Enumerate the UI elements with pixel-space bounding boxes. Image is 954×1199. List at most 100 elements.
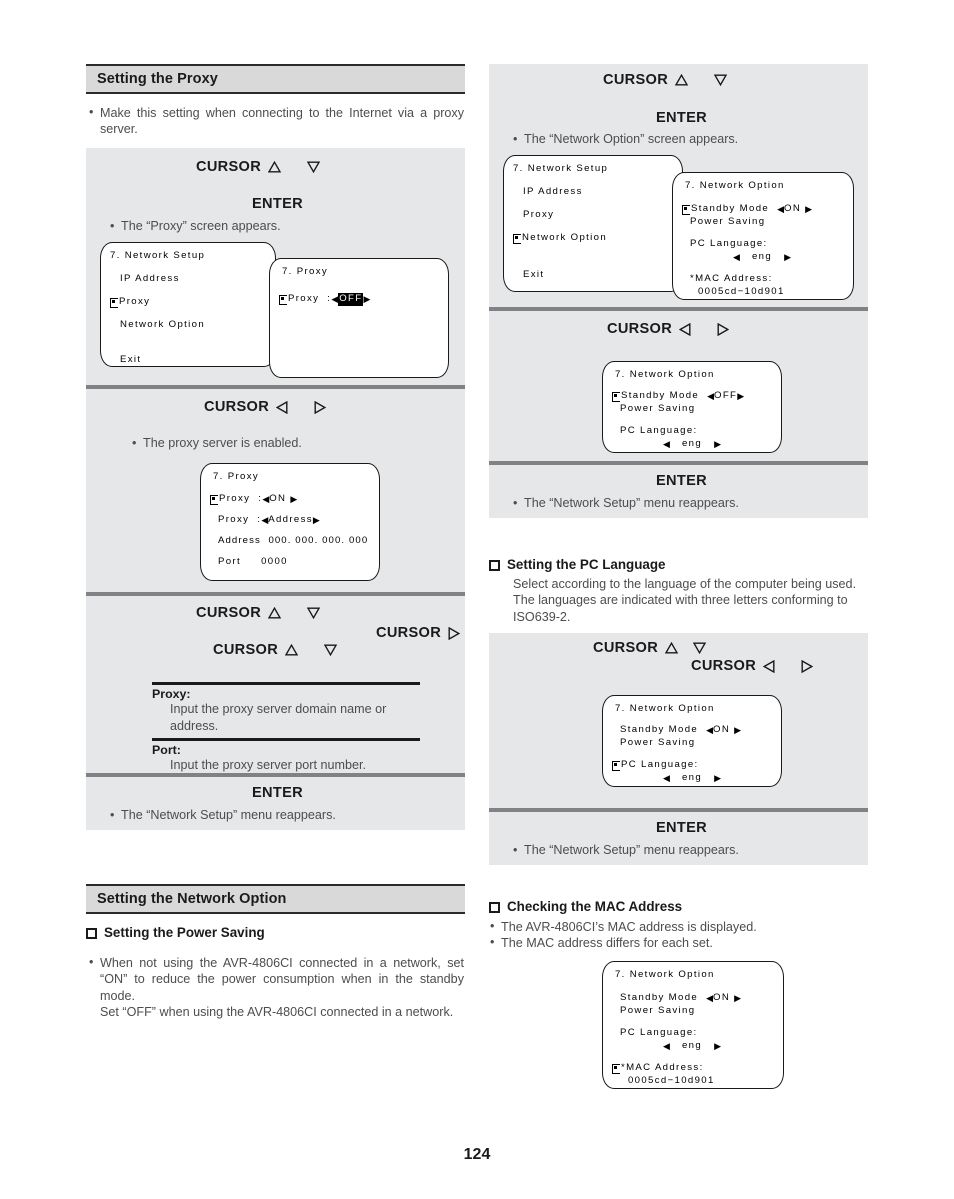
- osd-row-pc-language-label: PC Language:: [620, 1027, 698, 1039]
- osd-pointer-icon: [682, 205, 690, 215]
- osd-proxy-on: 7. Proxy Proxy : ◀ ON ▶ Proxy : ◀ Address ▶ A…: [200, 463, 380, 581]
- proxy-step1-note: The “Proxy” screen appears.: [110, 218, 450, 234]
- enter-label: ENTER: [656, 820, 707, 836]
- enter-label: ENTER: [252, 785, 303, 801]
- netopt-step2-cursor-key: CURSOR: [607, 321, 730, 337]
- osd-row-ip-address: IP Address: [120, 273, 180, 285]
- osd-row-proxy-mode: Proxy : ◀ Address ▶: [218, 514, 320, 526]
- triangle-left-icon: [679, 322, 691, 336]
- definition-term-proxy: Proxy:: [152, 687, 191, 701]
- cursor-label: CURSOR: [196, 159, 262, 175]
- osd-row-standby-mode: Standby Mode ◀ ON ▶: [673, 203, 853, 216]
- osd-row-pc-language-label: PC Language:: [603, 759, 781, 772]
- cursor-label: CURSOR: [603, 72, 669, 88]
- proxy-step1-cursor-key: CURSOR: [196, 159, 321, 175]
- osd-arrow-left-icon: ◀: [262, 493, 270, 504]
- proxy-step1-panel: CURSOR ENTER The “Proxy” screen appears.…: [86, 148, 465, 385]
- section-header-setting-the-proxy: Setting the Proxy: [86, 64, 465, 94]
- osd-row-pc-language-value: ◀ eng ▶: [663, 772, 721, 784]
- osd-title: 7. Network Option: [615, 369, 715, 381]
- osd-pointer-icon: [210, 495, 218, 505]
- triangle-down-icon: [714, 74, 728, 86]
- osd-row-power-saving: Power Saving: [620, 403, 696, 415]
- proxy-step3-cursor-key-right: CURSOR: [376, 625, 461, 641]
- pc-language-enter-key: ENTER: [656, 820, 707, 836]
- osd-pointer-icon: [612, 392, 620, 402]
- netopt-step3-note: The “Network Setup” menu reappears.: [513, 495, 858, 511]
- heading-text: Checking the MAC Address: [507, 899, 683, 914]
- osd-pointer-icon: [612, 761, 620, 771]
- subsection-pc-language-heading: Setting the PC Language: [489, 557, 868, 572]
- osd-title: 7. Network Option: [615, 703, 715, 715]
- cursor-label: CURSOR: [213, 642, 279, 658]
- osd-row-proxy: Proxy: [523, 209, 555, 221]
- osd-row-power-saving: Power Saving: [690, 216, 766, 228]
- pc-language-cursor-key-updown: CURSOR: [593, 640, 707, 656]
- proxy-step4-enter-key: ENTER: [252, 785, 303, 801]
- pc-language-enter-panel: ENTER The “Network Setup” menu reappears…: [489, 812, 868, 865]
- checkbox-icon: [489, 902, 500, 913]
- osd-row-proxy-value: Proxy : ◀ OFF ▶: [270, 292, 448, 307]
- osd-row-mac-label: *MAC Address:: [603, 1062, 783, 1075]
- triangle-right-icon: [314, 400, 327, 414]
- checkbox-icon: [489, 560, 500, 571]
- osd-network-setup-2: 7. Network Setup IP Address Proxy Networ…: [503, 155, 683, 292]
- osd-pointer-icon: [612, 1064, 620, 1074]
- osd-row-exit: Exit: [120, 354, 142, 366]
- osd-arrow-right-icon: ▶: [784, 251, 791, 262]
- osd-arrow-left-icon: ◀: [706, 724, 714, 735]
- proxy-step3-cursor-key-updown-2: CURSOR: [213, 642, 338, 658]
- osd-arrow-left-icon: ◀: [707, 390, 715, 401]
- osd-row-pc-language-value: ◀ eng ▶: [663, 438, 721, 450]
- osd-arrow-left-icon: ◀: [663, 438, 670, 449]
- osd-arrow-right-icon: ▶: [714, 1040, 721, 1051]
- section-header-setting-the-network-option: Setting the Network Option: [86, 884, 465, 914]
- osd-title: 7. Network Setup: [110, 250, 206, 262]
- osd-arrow-left-icon: ◀: [706, 992, 714, 1003]
- subsection-power-saving-heading: Setting the Power Saving: [86, 925, 465, 940]
- pc-language-panel: CURSOR CURSOR 7. Network Option Standby …: [489, 633, 868, 808]
- osd-row-network-option: Network Option: [504, 231, 682, 246]
- osd-arrow-left-icon: ◀: [261, 514, 269, 525]
- triangle-left-icon: [763, 659, 775, 673]
- osd-row-address: Address 000. 000. 000. 000: [218, 535, 369, 547]
- cursor-label: CURSOR: [376, 625, 442, 641]
- pc-language-cursor-key-leftright: CURSOR: [691, 658, 814, 674]
- osd-arrow-left-icon: ◀: [733, 251, 740, 262]
- osd-arrow-left-icon: ◀: [663, 772, 670, 783]
- osd-title: 7. Network Option: [685, 180, 785, 192]
- osd-pointer-icon: [513, 234, 521, 244]
- osd-arrow-left-icon: ◀: [777, 203, 785, 214]
- osd-network-option-pc-language: 7. Network Option Standby Mode ◀ ON ▶ Pow…: [602, 695, 782, 787]
- proxy-intro-text: Make this setting when connecting to the…: [87, 104, 464, 138]
- osd-arrow-right-icon: ▶: [714, 438, 721, 449]
- osd-row-standby-mode: Standby Mode ◀ ON ▶: [620, 992, 742, 1004]
- netopt-step2-panel: CURSOR 7. Network Option Standby Mode ◀ O…: [489, 311, 868, 461]
- proxy-step2-note: The proxy server is enabled.: [132, 435, 452, 451]
- proxy-step1-enter-key: ENTER: [252, 196, 303, 212]
- osd-title: 7. Proxy: [213, 471, 259, 483]
- pc-language-enter-note: The “Network Setup” menu reappears.: [513, 842, 858, 858]
- osd-network-option-mac: 7. Network Option Standby Mode ◀ ON ▶ Pow…: [602, 961, 784, 1089]
- triangle-up-icon: [675, 74, 689, 86]
- osd-arrow-right-icon: ▶: [737, 390, 745, 401]
- enter-label: ENTER: [656, 110, 707, 126]
- triangle-right-icon: [801, 659, 814, 673]
- osd-row-standby-mode: Standby Mode ◀ ON ▶: [620, 724, 742, 736]
- power-saving-body-text: When not using the AVR-4806CI connected …: [87, 954, 464, 1021]
- osd-row-proxy-onoff: Proxy : ◀ ON ▶: [201, 492, 379, 507]
- osd-proxy-off: 7. Proxy Proxy : ◀ OFF ▶: [269, 258, 449, 378]
- osd-row-mac-value: 0005cd−10d901: [628, 1075, 715, 1087]
- subsection-mac-address-heading: Checking the MAC Address: [489, 899, 868, 914]
- osd-value-highlighted: OFF: [338, 293, 364, 306]
- osd-arrow-left-icon: ◀: [331, 293, 339, 304]
- osd-pointer-icon: [110, 298, 118, 308]
- osd-title: 7. Network Setup: [513, 163, 609, 175]
- osd-arrow-right-icon: ▶: [363, 293, 371, 304]
- mac-bullet-1: The AVR-4806CI’s MAC address is displaye…: [490, 918, 867, 935]
- proxy-step3-cursor-key-updown: CURSOR: [196, 605, 321, 621]
- page-number: 124: [463, 1146, 491, 1163]
- osd-row-pc-language-label: PC Language:: [620, 425, 698, 437]
- proxy-step2-cursor-key: CURSOR: [204, 399, 327, 415]
- osd-row-pc-language-value: ◀ eng ▶: [663, 1040, 721, 1052]
